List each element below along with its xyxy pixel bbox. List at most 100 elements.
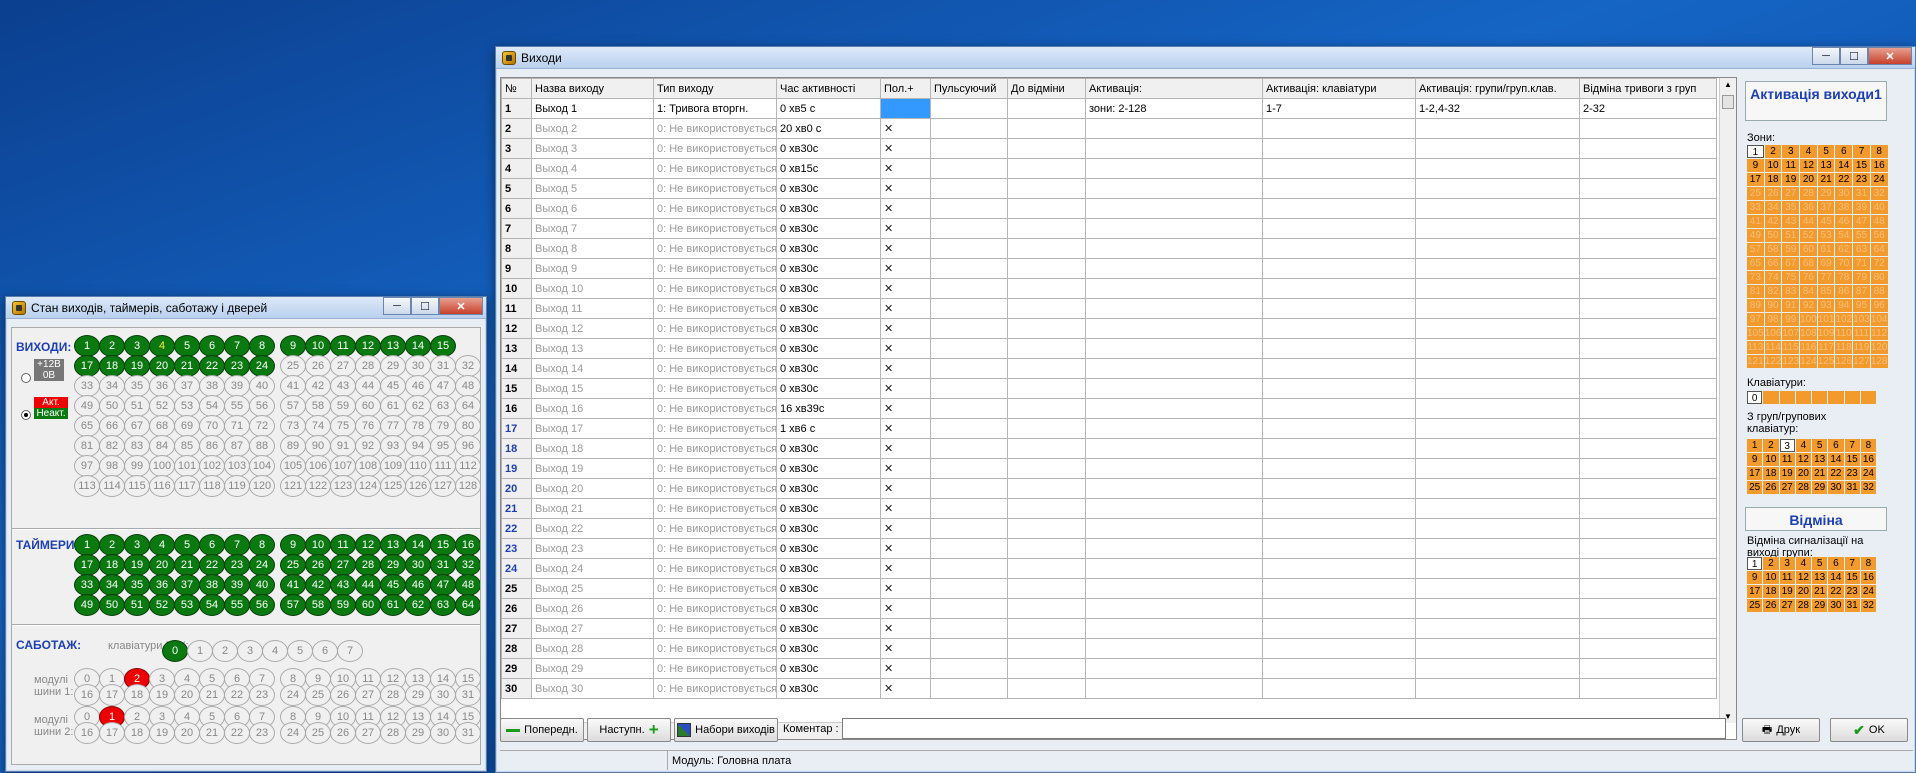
cell-type[interactable]: 0: Не використовується — [653, 318, 777, 339]
cell-10[interactable]: 10 — [1763, 571, 1779, 584]
cell-type[interactable]: 0: Не використовується — [653, 138, 777, 159]
cell-puls[interactable] — [930, 478, 1008, 499]
cell-time[interactable]: 0 хв30с — [776, 218, 881, 239]
cell-act[interactable] — [1085, 138, 1263, 159]
cell-name[interactable]: Выход 22 — [531, 518, 654, 539]
cell-cancel[interactable] — [1579, 278, 1717, 299]
cell-name[interactable]: Выход 28 — [531, 638, 654, 659]
cell-name[interactable]: Выход 24 — [531, 558, 654, 579]
cell-22[interactable]: 22 — [1828, 585, 1844, 598]
cell-cancel[interactable] — [1579, 218, 1717, 239]
cell-name[interactable]: Выход 20 — [531, 478, 654, 499]
column-header[interactable]: До відміни — [1007, 78, 1086, 99]
cell-96[interactable]: 96 — [1870, 299, 1888, 312]
cell-name[interactable]: Выход 19 — [531, 458, 654, 479]
cell-27[interactable]: 27 — [1779, 481, 1795, 494]
cell-act[interactable] — [1085, 618, 1263, 639]
cell-act[interactable] — [1085, 658, 1263, 679]
cell-type[interactable]: 0: Не використовується — [653, 178, 777, 199]
cell-95[interactable]: 95 — [1853, 299, 1870, 312]
cell-grp[interactable] — [1415, 558, 1580, 579]
cell-type[interactable]: 0: Не використовується — [653, 478, 777, 499]
cell-62[interactable]: 62 — [1835, 243, 1853, 256]
table-row[interactable]: 4 Выход 4 0: Не використовується 0 хв15с ✕ — [501, 158, 1717, 179]
cell-name[interactable]: Выход 2 — [531, 118, 654, 139]
cell-till[interactable] — [1007, 578, 1086, 599]
cell-23[interactable]: 23 — [1853, 173, 1870, 186]
table-row[interactable]: 10 Выход 10 0: Не використовується 0 хв30с ✕ — [501, 278, 1717, 299]
cell-73[interactable]: 73 — [1747, 271, 1764, 284]
state-radio[interactable] — [21, 410, 31, 420]
cell-cancel[interactable] — [1579, 378, 1717, 399]
cell-type[interactable]: 0: Не використовується — [653, 258, 777, 279]
cell-19[interactable]: 19 — [1779, 585, 1795, 598]
cell-119[interactable]: 119 — [1853, 341, 1870, 354]
cell-61[interactable]: 61 — [1817, 243, 1835, 256]
cell-till[interactable] — [1007, 398, 1086, 419]
cell-grp[interactable] — [1415, 638, 1580, 659]
cell-name[interactable]: Выход 27 — [531, 618, 654, 639]
cell-cancel[interactable] — [1579, 638, 1717, 659]
cell-act[interactable] — [1085, 418, 1263, 439]
column-header[interactable]: Тип виходу — [653, 78, 777, 99]
cell-16[interactable]: 16 — [1870, 159, 1888, 172]
cell-n[interactable]: 28 — [501, 638, 532, 659]
cell-25[interactable]: 25 — [1747, 599, 1763, 612]
cell-puls[interactable] — [930, 318, 1008, 339]
cell-act[interactable] — [1085, 118, 1263, 139]
scroll-up-icon[interactable]: ▲ — [1724, 80, 1732, 89]
cell-grp[interactable] — [1415, 138, 1580, 159]
cell-grp[interactable]: 1-2,4-32 — [1415, 98, 1580, 119]
cell-cancel[interactable] — [1579, 538, 1717, 559]
cell-cancel[interactable] — [1579, 598, 1717, 619]
cell-act[interactable] — [1085, 218, 1263, 239]
cell-till[interactable] — [1007, 338, 1086, 359]
cell-pol[interactable]: ✕ — [880, 278, 931, 299]
cell-cancel[interactable] — [1579, 238, 1717, 259]
cell-cancel[interactable] — [1579, 118, 1717, 139]
column-header[interactable]: Активація: — [1085, 78, 1263, 99]
table-row[interactable]: 6 Выход 6 0: Не використовується 0 хв30с ✕ — [501, 198, 1717, 219]
cell-type[interactable]: 0: Не використовується — [653, 538, 777, 559]
cell-111[interactable]: 111 — [1853, 327, 1870, 340]
cell-63[interactable]: 63 — [1853, 243, 1870, 256]
cell-till[interactable] — [1007, 538, 1086, 559]
table-row[interactable]: 21 Выход 21 0: Не використовується 0 хв30с ✕ — [501, 498, 1717, 519]
cell-55[interactable]: 55 — [1853, 229, 1870, 242]
cell-8[interactable]: 8 — [1870, 145, 1888, 158]
cell-name[interactable]: Выход 15 — [531, 378, 654, 399]
cell-4[interactable]: 4 — [1795, 439, 1811, 452]
cell-till[interactable] — [1007, 198, 1086, 219]
cell-8[interactable]: 8 — [1860, 557, 1876, 570]
cell-pol[interactable]: ✕ — [880, 398, 931, 419]
cell-18[interactable]: 18 — [1763, 467, 1779, 480]
cell-act[interactable] — [1085, 378, 1263, 399]
cell-6[interactable] — [1828, 391, 1844, 404]
cell-till[interactable] — [1007, 478, 1086, 499]
cell-act[interactable] — [1085, 318, 1263, 339]
cell-grp[interactable] — [1415, 218, 1580, 239]
cell-time[interactable]: 0 хв30с — [776, 678, 881, 699]
next-button[interactable]: Наступн. + — [587, 718, 671, 742]
cell-72[interactable]: 72 — [1870, 257, 1888, 270]
cell-69[interactable]: 69 — [1817, 257, 1835, 270]
cell-grp[interactable] — [1415, 538, 1580, 559]
cell-cancel[interactable] — [1579, 318, 1717, 339]
cell-time[interactable]: 0 хв30с — [776, 518, 881, 539]
cell-46[interactable]: 46 — [1835, 215, 1853, 228]
cell-27[interactable]: 27 — [1779, 599, 1795, 612]
cell-86[interactable]: 86 — [1835, 285, 1853, 298]
table-row[interactable]: 23 Выход 23 0: Не використовується 0 хв30с ✕ — [501, 538, 1717, 559]
cell-n[interactable]: 15 — [501, 378, 532, 399]
cell-17[interactable]: 17 — [1747, 585, 1763, 598]
cell-42[interactable]: 42 — [1764, 215, 1782, 228]
cell-32[interactable]: 32 — [1870, 187, 1888, 200]
cell-kbd[interactable] — [1262, 638, 1416, 659]
cell-59[interactable]: 59 — [1782, 243, 1800, 256]
cell-till[interactable] — [1007, 598, 1086, 619]
cell-time[interactable]: 0 хв30с — [776, 278, 881, 299]
cell-kbd[interactable] — [1262, 178, 1416, 199]
ok-button[interactable]: ✔ OK — [1830, 718, 1908, 742]
cell-name[interactable]: Выход 5 — [531, 178, 654, 199]
cell-act[interactable] — [1085, 258, 1263, 279]
